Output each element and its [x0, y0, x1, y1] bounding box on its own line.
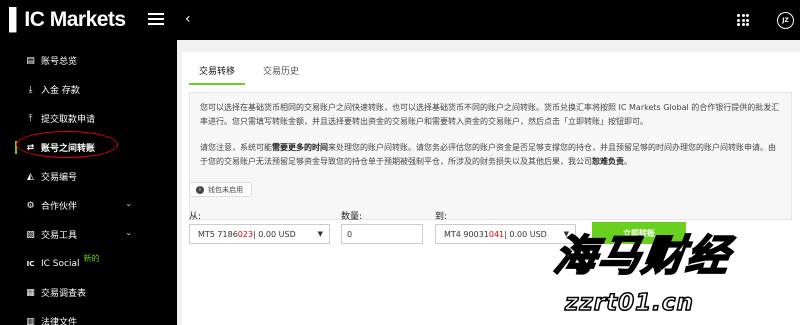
- active-indicator: [15, 141, 17, 154]
- wallet-status-badge: i 钱包未启用: [189, 182, 252, 197]
- sidebar-item-internal-transfer[interactable]: ⇄ 账号之间转账: [0, 133, 177, 162]
- chevron-down-icon: ⌄: [125, 199, 132, 208]
- sidebar-item-deposit[interactable]: ⤓ 入金 存款: [0, 75, 177, 104]
- survey-icon: ▦: [26, 287, 35, 298]
- back-chevron-icon[interactable]: ‹: [185, 11, 191, 27]
- apps-grid-icon[interactable]: [737, 14, 749, 26]
- sidebar-item-ic-social[interactable]: IC IC Social 新的: [0, 249, 177, 278]
- caret-down-icon: ▼: [317, 230, 323, 238]
- tab-transfer[interactable]: 交易转移: [189, 64, 245, 85]
- tools-icon: ▧: [26, 229, 35, 240]
- info-paragraph-2: 请您注意，系统可能需要更多的时间来处理您的账户间转账。请您务必评估您的账户资金是…: [200, 143, 776, 166]
- info-icon: i: [196, 185, 204, 194]
- tabs: 交易转移 交易历史: [189, 64, 299, 85]
- sidebar-item-trading-number[interactable]: ◭ 交易编号: [0, 162, 177, 191]
- logo-bars-icon: ▌: [9, 8, 24, 31]
- ic-markets-logo[interactable]: ▌IC Markets: [9, 8, 126, 32]
- transfer-arrows-icon: ⇄: [26, 142, 35, 153]
- transfer-card: 交易转移 交易历史 您可以选择在基础货币相同的交易账户之间快速转账，也可以选择基…: [182, 52, 800, 325]
- avatar[interactable]: JZ: [777, 12, 794, 29]
- top-bar: ‹ JZ: [177, 0, 800, 40]
- sidebar-item-trading-survey[interactable]: ▦ 交易调查表: [0, 278, 177, 307]
- menu-icon[interactable]: [148, 13, 164, 26]
- handshake-icon: ⚙: [26, 200, 35, 211]
- chevron-down-icon: ⌄: [125, 228, 132, 237]
- download-icon: ⤓: [28, 84, 33, 95]
- new-badge: 新的: [83, 254, 100, 263]
- upload-icon: ⤒: [28, 113, 33, 124]
- watermark-title: 海马财经: [550, 230, 735, 281]
- sidebar-item-account-overview[interactable]: ▤ 账号总览: [0, 46, 177, 75]
- to-account-select[interactable]: MT4 90031 041 | 0.00 USD ▼: [435, 224, 576, 244]
- watermark-url: zzrt01.cn: [564, 289, 694, 317]
- to-label: 到:: [435, 212, 448, 222]
- document-icon: ▥: [26, 316, 35, 325]
- info-notice: 您可以选择在基础货币相同的交易账户之间快速转账，也可以选择基础货币不同的账户之间…: [189, 92, 792, 220]
- sidebar-item-legal-documents[interactable]: ▥ 法律文件: [0, 307, 177, 325]
- info-paragraph-1: 您可以选择在基础货币相同的交易账户之间快速转账，也可以选择基础货币不同的账户之间…: [200, 103, 780, 126]
- chart-bar-icon: ▤: [26, 55, 35, 66]
- ic-social-icon: IC: [26, 259, 35, 268]
- amount-label: 数量:: [341, 212, 363, 222]
- sidebar-nav: ▤ 账号总览 ⤓ 入金 存款 ⤒ 提交取款申请 ⇄ 账号之间转账 ◭ 交易编号 …: [0, 46, 177, 325]
- tab-history[interactable]: 交易历史: [263, 64, 299, 85]
- line-chart-icon: ◭: [27, 171, 34, 182]
- amount-input[interactable]: 0: [341, 224, 423, 244]
- sidebar: ▌IC Markets ▤ 账号总览 ⤓ 入金 存款 ⤒ 提交取款申请 ⇄ 账号…: [0, 0, 177, 325]
- sidebar-item-withdrawal[interactable]: ⤒ 提交取款申请: [0, 104, 177, 133]
- sidebar-item-partners[interactable]: ⚙ 合作伙伴 ⌄: [0, 191, 177, 220]
- from-label: 从:: [189, 212, 202, 222]
- sidebar-item-trading-tools[interactable]: ▧ 交易工具 ⌄: [0, 220, 177, 249]
- from-account-select[interactable]: MT5 7186 023 | 0.00 USD ▼: [189, 224, 330, 244]
